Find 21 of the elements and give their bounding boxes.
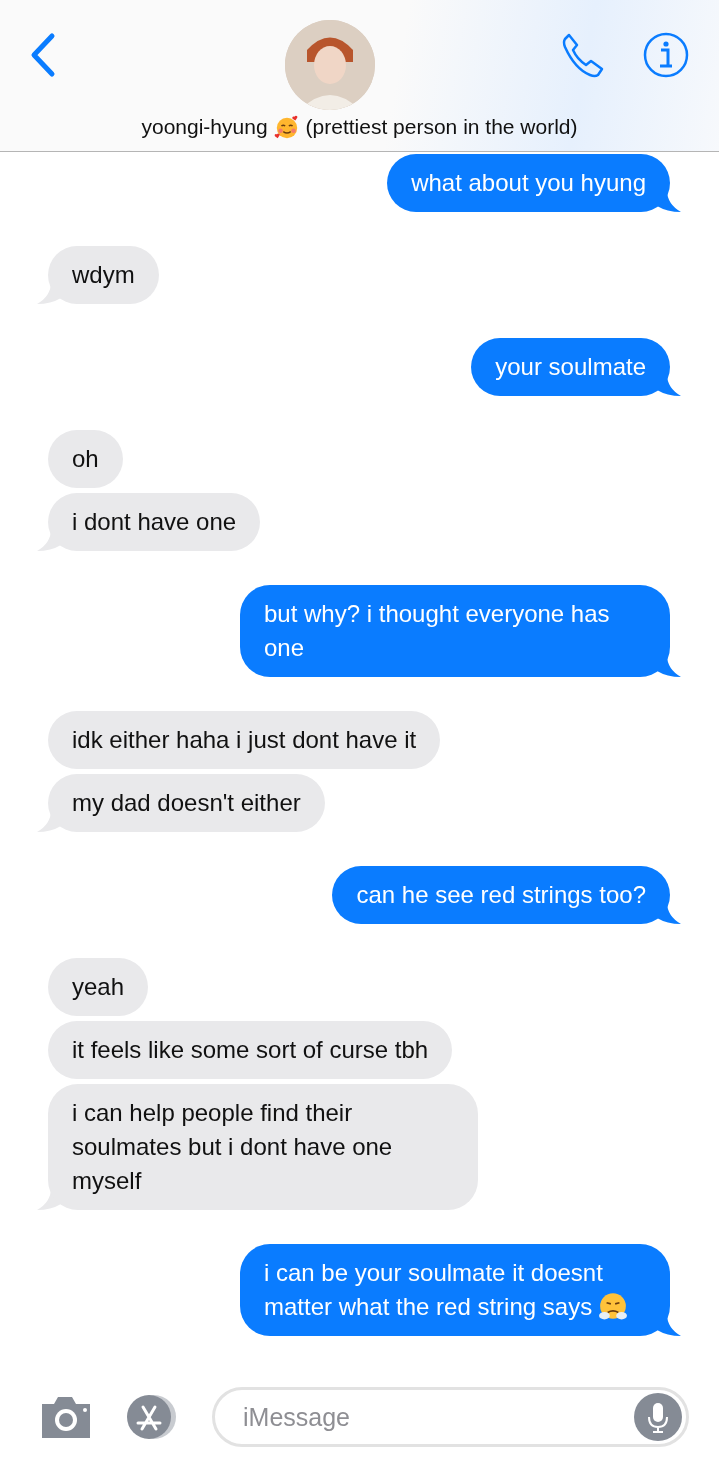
steaming-face-icon	[598, 1291, 629, 1321]
message-text: it feels like some sort of curse tbh	[72, 1036, 429, 1063]
message-text: but why? i thought everyone has one	[264, 600, 610, 661]
microphone-icon[interactable]	[634, 1393, 682, 1441]
smiling-face-icon	[273, 114, 300, 140]
message-input[interactable]: iMessage	[241, 1401, 634, 1433]
contact-subtitle: (prettiest person in the world)	[305, 114, 578, 140]
message-text: wdym	[72, 261, 135, 288]
message-text: i can help people find their soulmates but i dont have one myself	[72, 1099, 393, 1194]
message-text: i can be your soulmate it doesnt matter what the red string says	[264, 1259, 603, 1320]
message-text: yeah	[72, 973, 125, 1000]
contact-name: yoongi-hyung	[141, 114, 268, 140]
message-text: your soulmate	[495, 353, 646, 380]
message-text: oh	[72, 445, 99, 472]
message-text: idk either haha i just dont have it	[72, 726, 417, 753]
message-field[interactable]: iMessage	[212, 1387, 689, 1447]
info-icon[interactable]	[643, 32, 689, 78]
message-text: what about you hyung	[411, 169, 646, 196]
message-text: can he see red strings too?	[356, 881, 646, 908]
message-text: i dont have one	[72, 508, 237, 535]
message-text: my dad doesn't either	[72, 789, 301, 816]
